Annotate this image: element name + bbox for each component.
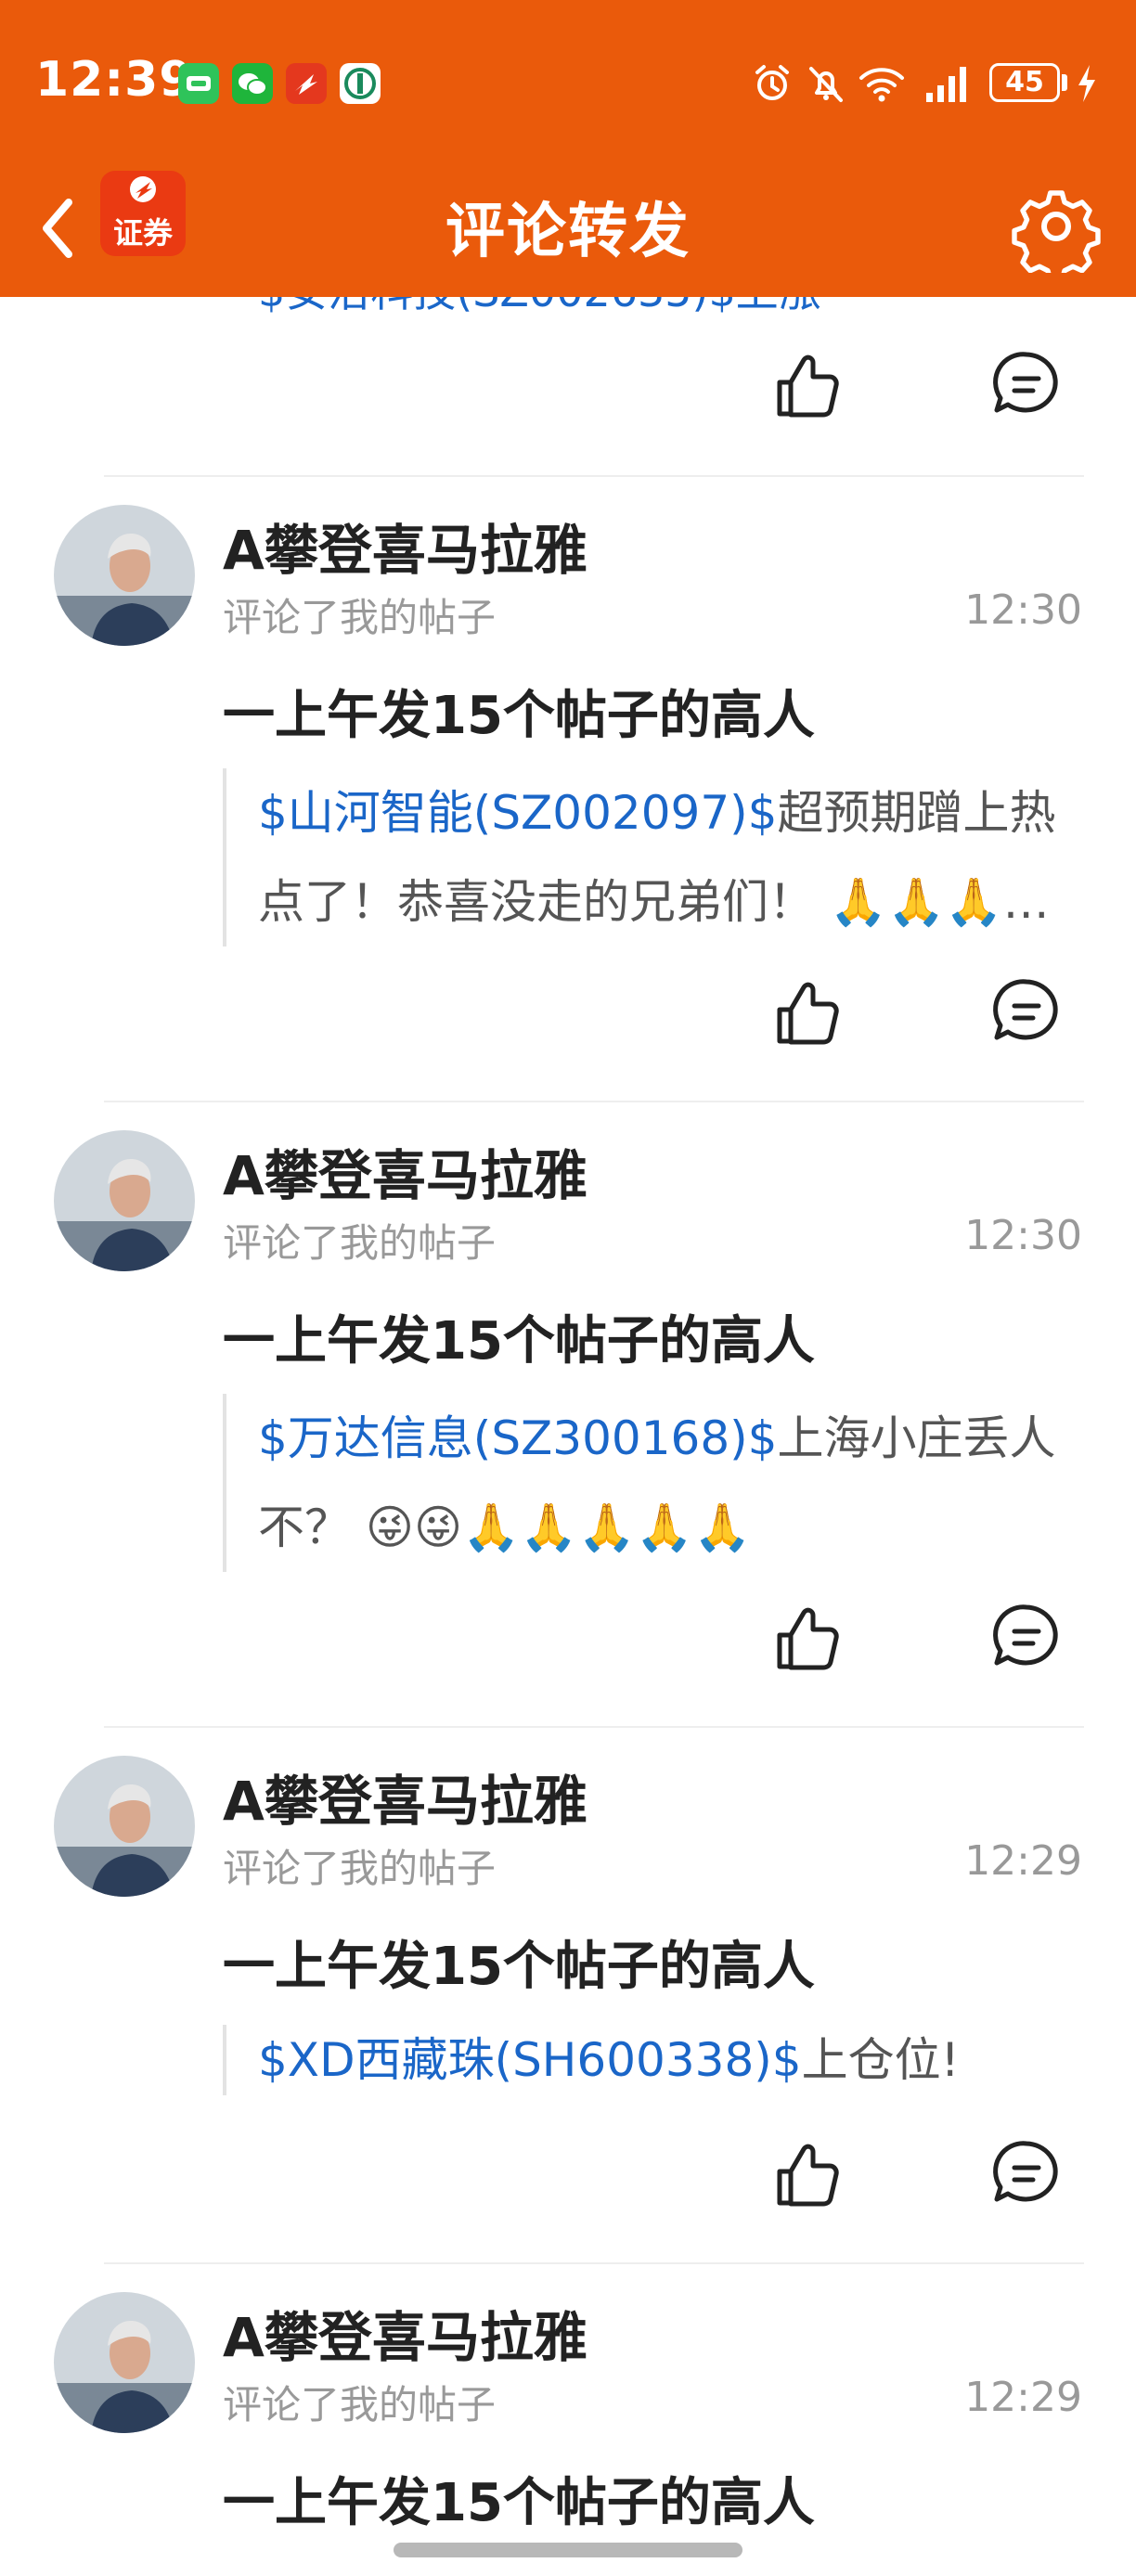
stock-link[interactable]: $山河智能(SZ002097)$ bbox=[258, 786, 778, 840]
bank-app-icon bbox=[340, 63, 381, 104]
quote-text-line2: 点了！恭喜没走的兄弟们！ 🙏🙏🙏… bbox=[258, 875, 1050, 929]
alarm-icon bbox=[755, 65, 789, 100]
wechat-icon bbox=[232, 63, 273, 104]
comment-icon bbox=[993, 352, 1058, 413]
comment-button[interactable] bbox=[989, 2136, 1064, 2210]
username[interactable]: A攀登喜马拉雅 bbox=[223, 1132, 587, 1210]
timestamp: 12:29 bbox=[964, 2374, 1082, 2421]
gear-icon bbox=[1012, 190, 1101, 283]
thumb-up-icon bbox=[777, 2144, 839, 2207]
comment-button[interactable] bbox=[989, 347, 1064, 421]
quote-text-line2: 不？ 😜😜🙏🙏🙏🙏🙏 bbox=[258, 1501, 752, 1554]
quoted-post[interactable]: $万达信息(SZ300168)$上海小庄丢人 不？ 😜😜🙏🙏🙏🙏🙏 bbox=[223, 1394, 1082, 1572]
comment-text: 一上午发15个帖子的高人 bbox=[223, 686, 815, 746]
comment-text: 一上午发15个帖子的高人 bbox=[223, 2473, 815, 2533]
thumb-up-icon bbox=[777, 982, 839, 1045]
settings-button[interactable] bbox=[1010, 180, 1103, 283]
page-title: 评论转发 bbox=[445, 198, 691, 266]
comment-icon bbox=[993, 979, 1058, 1040]
timestamp: 12:29 bbox=[964, 1837, 1082, 1885]
comment-item[interactable]: A攀登喜马拉雅 评论了我的帖子 12:29 一上午发15个帖子的高人 bbox=[0, 2262, 1136, 2576]
comment-text: 一上午发15个帖子的高人 bbox=[223, 1937, 815, 1997]
avatar-image bbox=[54, 1756, 195, 1897]
comment-feed[interactable]: $安洁科技(SZ002635)$上涨 bbox=[0, 0, 1136, 2576]
quote-text: 上仓位! bbox=[801, 2033, 960, 2087]
avatar[interactable] bbox=[54, 505, 195, 646]
like-button[interactable] bbox=[770, 2138, 845, 2212]
stock-link[interactable]: $万达信息(SZ300168)$ bbox=[258, 1411, 778, 1465]
comment-icon bbox=[993, 2141, 1058, 2202]
comment-icon bbox=[993, 1604, 1058, 1666]
comment-button[interactable] bbox=[989, 974, 1064, 1049]
charging-icon bbox=[1078, 65, 1095, 102]
username[interactable]: A攀登喜马拉雅 bbox=[223, 1758, 587, 1835]
action-subtitle: 评论了我的帖子 bbox=[223, 1220, 497, 1266]
timestamp: 12:30 bbox=[964, 586, 1082, 634]
avatar-image bbox=[54, 505, 195, 646]
timestamp: 12:30 bbox=[964, 1212, 1082, 1259]
navigation-bar: 证券 评论转发 bbox=[0, 167, 1136, 297]
status-bar: 12:39 45 bbox=[0, 0, 1136, 167]
battery-indicator: 45 bbox=[989, 63, 1060, 102]
mute-icon bbox=[809, 67, 843, 102]
stock-link[interactable]: $XD西藏珠(SH600338)$ bbox=[258, 2033, 802, 2087]
like-button[interactable] bbox=[770, 349, 845, 423]
comment-item[interactable]: A攀登喜马拉雅 评论了我的帖子 12:30 一上午发15个帖子的高人 $万达信息… bbox=[0, 1101, 1136, 1724]
comment-button[interactable] bbox=[989, 1600, 1064, 1674]
quoted-post[interactable]: $山河智能(SZ002097)$超预期蹭上热 点了！恭喜没走的兄弟们！ 🙏🙏🙏… bbox=[223, 768, 1082, 947]
app-root: $安洁科技(SZ002635)$上涨 bbox=[0, 0, 1136, 2576]
thumb-up-icon bbox=[777, 1607, 839, 1670]
avatar-image bbox=[54, 2292, 195, 2433]
avatar[interactable] bbox=[54, 1130, 195, 1271]
securities-app-icon bbox=[286, 63, 327, 104]
comment-text: 一上午发15个帖子的高人 bbox=[223, 1311, 815, 1372]
quoted-post[interactable]: $XD西藏珠(SH600338)$上仓位! bbox=[223, 2025, 1082, 2095]
quote-text: 超预期蹭上热 bbox=[777, 786, 1056, 840]
action-subtitle: 评论了我的帖子 bbox=[223, 2382, 497, 2428]
status-time: 12:39 bbox=[35, 52, 194, 108]
action-subtitle: 评论了我的帖子 bbox=[223, 1846, 497, 1891]
comment-item[interactable]: A攀登喜马拉雅 评论了我的帖子 12:29 一上午发15个帖子的高人 $XD西藏… bbox=[0, 1726, 1136, 2262]
thumb-up-icon bbox=[777, 354, 839, 418]
avatar[interactable] bbox=[54, 2292, 195, 2433]
action-subtitle: 评论了我的帖子 bbox=[223, 595, 497, 640]
username[interactable]: A攀登喜马拉雅 bbox=[223, 507, 587, 585]
chat-app-notification-icon bbox=[178, 63, 219, 104]
like-button[interactable] bbox=[770, 1602, 845, 1676]
home-indicator[interactable] bbox=[394, 2543, 742, 2557]
comment-item[interactable]: A攀登喜马拉雅 评论了我的帖子 12:30 一上午发15个帖子的高人 $山河智能… bbox=[0, 475, 1136, 1099]
avatar[interactable] bbox=[54, 1756, 195, 1897]
battery-tip bbox=[1062, 74, 1067, 91]
avatar-image bbox=[54, 1130, 195, 1271]
signal-icon bbox=[926, 67, 966, 102]
like-button[interactable] bbox=[770, 976, 845, 1050]
quote-text: 上海小庄丢人 bbox=[777, 1411, 1056, 1465]
wifi-icon bbox=[859, 68, 904, 102]
app-header: 12:39 45 证券 评论转发 bbox=[0, 0, 1136, 297]
username[interactable]: A攀登喜马拉雅 bbox=[223, 2294, 587, 2372]
